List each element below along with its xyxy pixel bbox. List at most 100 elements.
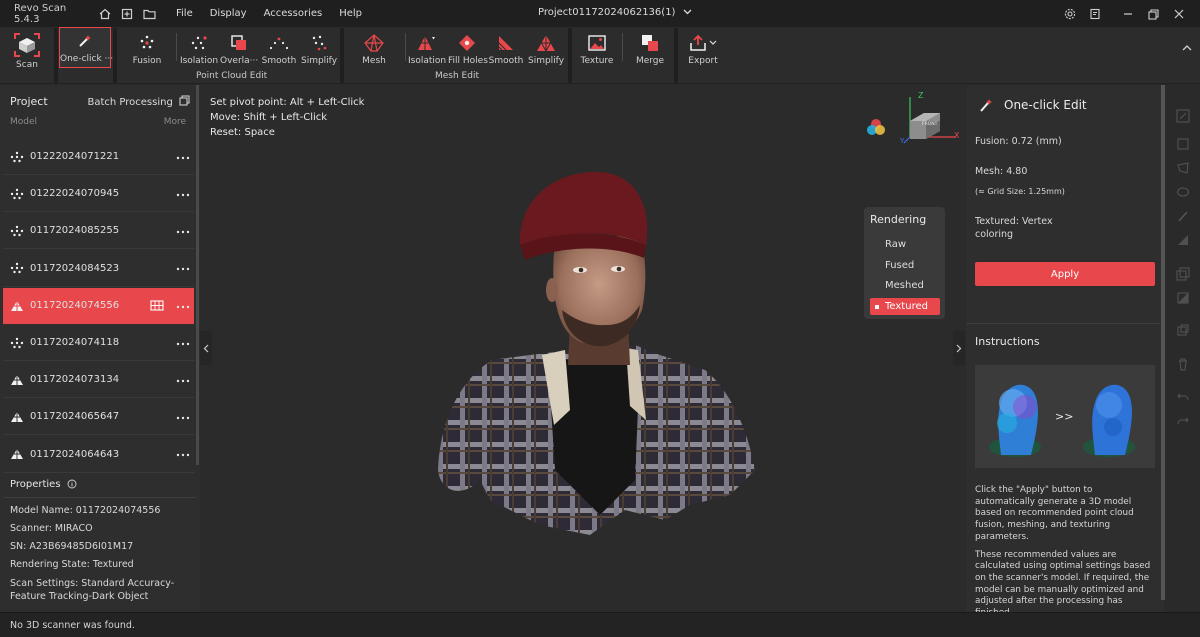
batch-processing-button[interactable]: Batch Processing — [87, 95, 190, 108]
mesh-icon — [355, 30, 393, 56]
more-options-icon[interactable] — [172, 263, 194, 273]
model-row[interactable]: 01172024085255 — [3, 213, 194, 250]
pc-smooth-button[interactable]: Smooth — [261, 30, 297, 70]
color-palette-icon[interactable] — [865, 117, 887, 140]
more-options-icon[interactable] — [172, 338, 194, 348]
more-options-icon[interactable] — [172, 412, 194, 422]
help-move: Move: Shift + Left-Click — [210, 112, 328, 123]
menu-file[interactable]: File — [176, 8, 193, 19]
pc-isolation-button[interactable]: Isolation — [179, 30, 219, 70]
restore-icon[interactable] — [1142, 3, 1164, 25]
3d-viewport[interactable]: Set pivot point: Alt + Left-Click Move: … — [200, 85, 965, 612]
mesh-simplify-button[interactable]: Simplify — [527, 30, 565, 70]
magic-wand-icon — [60, 28, 110, 54]
model-name: 01172024073134 — [30, 374, 120, 386]
one-click-edit-panel: One-click Edit Fusion: 0.72 (mm) Mesh: 4… — [966, 85, 1164, 618]
more-options-icon[interactable] — [172, 152, 194, 162]
more-column: More — [163, 117, 186, 127]
model-row[interactable]: 01172024074556 — [3, 287, 194, 324]
render-meshed-option[interactable]: Meshed — [870, 277, 940, 294]
menu-help[interactable]: Help — [339, 8, 362, 19]
menu-accessories[interactable]: Accessories — [264, 8, 323, 19]
mesh-smooth-button[interactable]: Smooth — [488, 30, 524, 70]
home-icon[interactable] — [94, 3, 116, 25]
model-name: 01172024084523 — [30, 262, 120, 274]
info-icon[interactable] — [67, 479, 77, 489]
model-row[interactable]: 01172024065647 — [3, 399, 194, 436]
model-row[interactable]: 01172024074118 — [3, 325, 194, 361]
settings-icon[interactable] — [1059, 3, 1081, 25]
one-click-label: One-click ··· — [60, 54, 114, 64]
more-options-icon[interactable] — [172, 189, 194, 199]
more-options-icon[interactable] — [172, 226, 194, 236]
model-detail-icon[interactable] — [148, 299, 166, 313]
instructions-paragraph-1: Click the "Apply" button to automaticall… — [975, 485, 1134, 542]
collapse-right-panel-button[interactable] — [953, 331, 965, 365]
grid-size-value: (≈ Grid Size: 1.25mm) — [975, 187, 1065, 196]
scanned-model[interactable] — [430, 170, 760, 550]
rail-copy-icon[interactable] — [1174, 321, 1192, 339]
pc-isolation-label: Isolation — [179, 56, 219, 66]
pc-simplify-button[interactable]: Simplify — [300, 30, 338, 70]
more-options-icon[interactable] — [172, 301, 194, 311]
collapse-left-panel-button[interactable] — [200, 331, 212, 365]
texture-button[interactable]: Texture — [578, 30, 616, 70]
rail-circle-select-icon[interactable] — [1174, 183, 1192, 201]
axis-gizmo[interactable]: Z X Y FRONT — [900, 91, 962, 147]
export-button[interactable]: Export — [682, 30, 724, 70]
scan-label: Scan — [16, 60, 38, 70]
scan-icon — [6, 30, 48, 60]
texture-icon — [578, 30, 616, 56]
rail-layers-icon[interactable] — [1174, 265, 1192, 283]
collapse-toolbar-icon[interactable] — [1182, 43, 1192, 54]
rail-invert-icon[interactable] — [1174, 289, 1192, 307]
right-panel-scrollbar[interactable] — [1161, 85, 1165, 600]
one-click-edit-button[interactable]: One-click ··· — [59, 27, 114, 68]
merge-button[interactable]: Merge — [631, 30, 669, 70]
model-row[interactable]: 01222024071221 — [3, 139, 194, 175]
model-row[interactable]: 01172024073134 — [3, 362, 194, 399]
fill-holes-button[interactable]: Fill Holes — [448, 30, 488, 70]
notes-icon[interactable] — [1084, 3, 1106, 25]
rail-brush-icon[interactable] — [1174, 207, 1192, 225]
apply-button[interactable]: Apply — [975, 262, 1155, 286]
point-cloud-model-icon — [10, 225, 24, 237]
new-project-icon[interactable] — [116, 3, 138, 25]
overlap-button[interactable]: Overla··· — [220, 30, 258, 70]
rail-delete-icon[interactable] — [1174, 355, 1192, 373]
help-reset: Reset: Space — [210, 127, 275, 138]
prop-scan-settings: Scan Settings: Standard Accuracy-Feature… — [10, 578, 175, 602]
close-icon[interactable] — [1168, 3, 1190, 25]
model-row[interactable]: 01172024064643 — [3, 437, 194, 473]
overlap-icon — [220, 30, 258, 56]
mesh-model-icon — [11, 374, 23, 385]
model-row[interactable]: 01172024084523 — [3, 251, 194, 287]
axis-front-label: FRONT — [922, 122, 938, 127]
scan-button[interactable]: Scan — [6, 30, 48, 70]
render-textured-option[interactable]: Textured — [870, 298, 940, 315]
mesh-edit-group-label: Mesh Edit — [435, 71, 479, 81]
render-fused-option[interactable]: Fused — [870, 257, 940, 274]
project-title[interactable]: Project01172024062136(1) — [538, 7, 692, 18]
mesh-button[interactable]: Mesh — [355, 30, 393, 70]
fusion-label: Fusion — [132, 56, 162, 66]
model-list-scrollbar[interactable] — [196, 85, 199, 465]
more-options-icon[interactable] — [172, 449, 194, 459]
rail-redo-icon[interactable] — [1174, 411, 1192, 429]
folder-icon[interactable] — [138, 3, 160, 25]
mesh-isolation-button[interactable]: Isolation — [408, 30, 446, 70]
fusion-button[interactable]: Fusion — [126, 30, 168, 70]
minimize-icon[interactable] — [1117, 3, 1139, 25]
rail-triangle-icon[interactable] — [1174, 231, 1192, 249]
rail-rect-select-icon[interactable] — [1174, 135, 1192, 153]
mesh-model-icon — [11, 411, 23, 422]
render-raw-option[interactable]: Raw — [870, 236, 940, 253]
model-row[interactable]: 01222024070945 — [3, 176, 194, 213]
menu-display[interactable]: Display — [210, 8, 247, 19]
mesh-model-icon — [11, 300, 23, 311]
more-options-icon[interactable] — [172, 375, 194, 385]
rail-select-icon[interactable] — [1174, 107, 1192, 125]
rail-lasso-icon[interactable] — [1174, 159, 1192, 177]
model-name: 01222024071221 — [30, 151, 120, 162]
rail-undo-icon[interactable] — [1174, 387, 1192, 405]
